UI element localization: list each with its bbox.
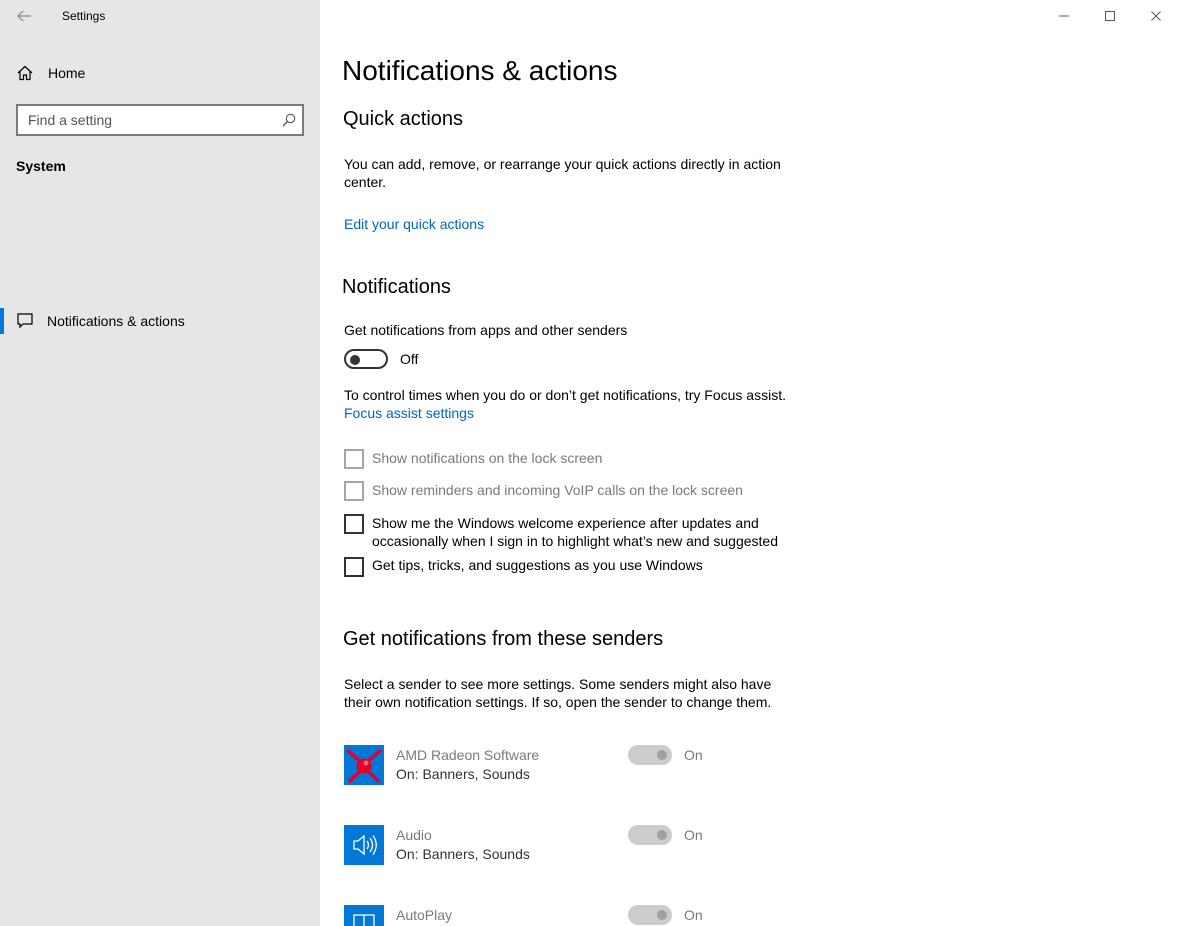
- checkbox-label: Show notifications on the lock screen: [372, 450, 603, 466]
- sidebar: Settings Home System Notifications & act…: [0, 0, 320, 926]
- sender-toggle-state: On: [684, 907, 703, 923]
- senders-heading: Get notifications from these senders: [343, 628, 664, 650]
- checkbox-label: Show reminders and incoming VoIP calls o…: [372, 482, 743, 498]
- minimize-button[interactable]: [1041, 0, 1087, 32]
- toggle-knob: [657, 830, 667, 840]
- sender-name: Audio: [396, 827, 432, 843]
- autoplay-icon: [344, 905, 384, 926]
- notifications-toggle-label: Get notifications from apps and other se…: [344, 322, 628, 338]
- notifications-toggle-state: Off: [400, 351, 419, 367]
- audio-sender-toggle[interactable]: [628, 825, 672, 845]
- notifications-toggle[interactable]: [344, 349, 388, 369]
- sender-status: On: Banners, Sounds: [396, 766, 530, 782]
- amd-sender-toggle[interactable]: [628, 745, 672, 765]
- message-icon: [17, 313, 33, 329]
- home-icon: [17, 65, 33, 81]
- sidebar-section-title: System: [16, 158, 66, 174]
- welcome-experience-checkbox[interactable]: [344, 514, 364, 534]
- quick-actions-description: You can add, remove, or rearrange your q…: [344, 156, 781, 190]
- close-icon: [1151, 11, 1161, 21]
- selected-indicator: [0, 308, 4, 334]
- search-box[interactable]: [16, 104, 304, 136]
- home-label: Home: [48, 65, 86, 81]
- search-icon[interactable]: [282, 113, 296, 127]
- maximize-icon: [1105, 11, 1115, 21]
- speaker-icon: [344, 825, 384, 865]
- back-arrow-icon: [17, 10, 31, 22]
- sidebar-item-label: Notifications & actions: [47, 313, 185, 329]
- focus-assist-settings-link[interactable]: Focus assist settings: [344, 405, 474, 421]
- senders-description: Select a sender to see more settings. So…: [344, 676, 772, 710]
- notifications-heading: Notifications: [342, 276, 451, 298]
- search-input[interactable]: [18, 106, 273, 134]
- back-button[interactable]: [10, 4, 38, 28]
- sidebar-item-notifications[interactable]: Notifications & actions: [0, 308, 320, 334]
- focus-assist-text: To control times when you do or don’t ge…: [344, 387, 786, 403]
- toggle-knob: [350, 355, 360, 365]
- checkbox-label: Get tips, tricks, and suggestions as you…: [372, 557, 703, 573]
- lock-screen-voip-checkbox[interactable]: [344, 481, 364, 501]
- tips-tricks-checkbox[interactable]: [344, 557, 364, 577]
- lock-screen-notifications-checkbox[interactable]: [344, 449, 364, 469]
- sender-name: AMD Radeon Software: [396, 747, 540, 763]
- sender-toggle-state: On: [684, 827, 703, 843]
- autoplay-sender-toggle[interactable]: [628, 905, 672, 925]
- minimize-icon: [1059, 15, 1069, 17]
- page-title: Notifications & actions: [342, 55, 618, 86]
- quick-actions-heading: Quick actions: [343, 108, 464, 130]
- sender-toggle-state: On: [684, 747, 703, 763]
- edit-quick-actions-link[interactable]: Edit your quick actions: [344, 216, 484, 232]
- main-content: Notifications & actions Quick actions Yo…: [320, 0, 1179, 926]
- sender-status: On: Banners, Sounds: [396, 846, 530, 862]
- amd-radeon-icon: [344, 745, 384, 785]
- checkbox-label: Show me the Windows welcome experience a…: [372, 515, 778, 549]
- sender-name: AutoPlay: [396, 907, 453, 923]
- toggle-knob: [657, 750, 667, 760]
- close-button[interactable]: [1133, 0, 1179, 32]
- app-title: Settings: [62, 9, 106, 23]
- maximize-button[interactable]: [1087, 0, 1133, 32]
- toggle-knob: [657, 910, 667, 920]
